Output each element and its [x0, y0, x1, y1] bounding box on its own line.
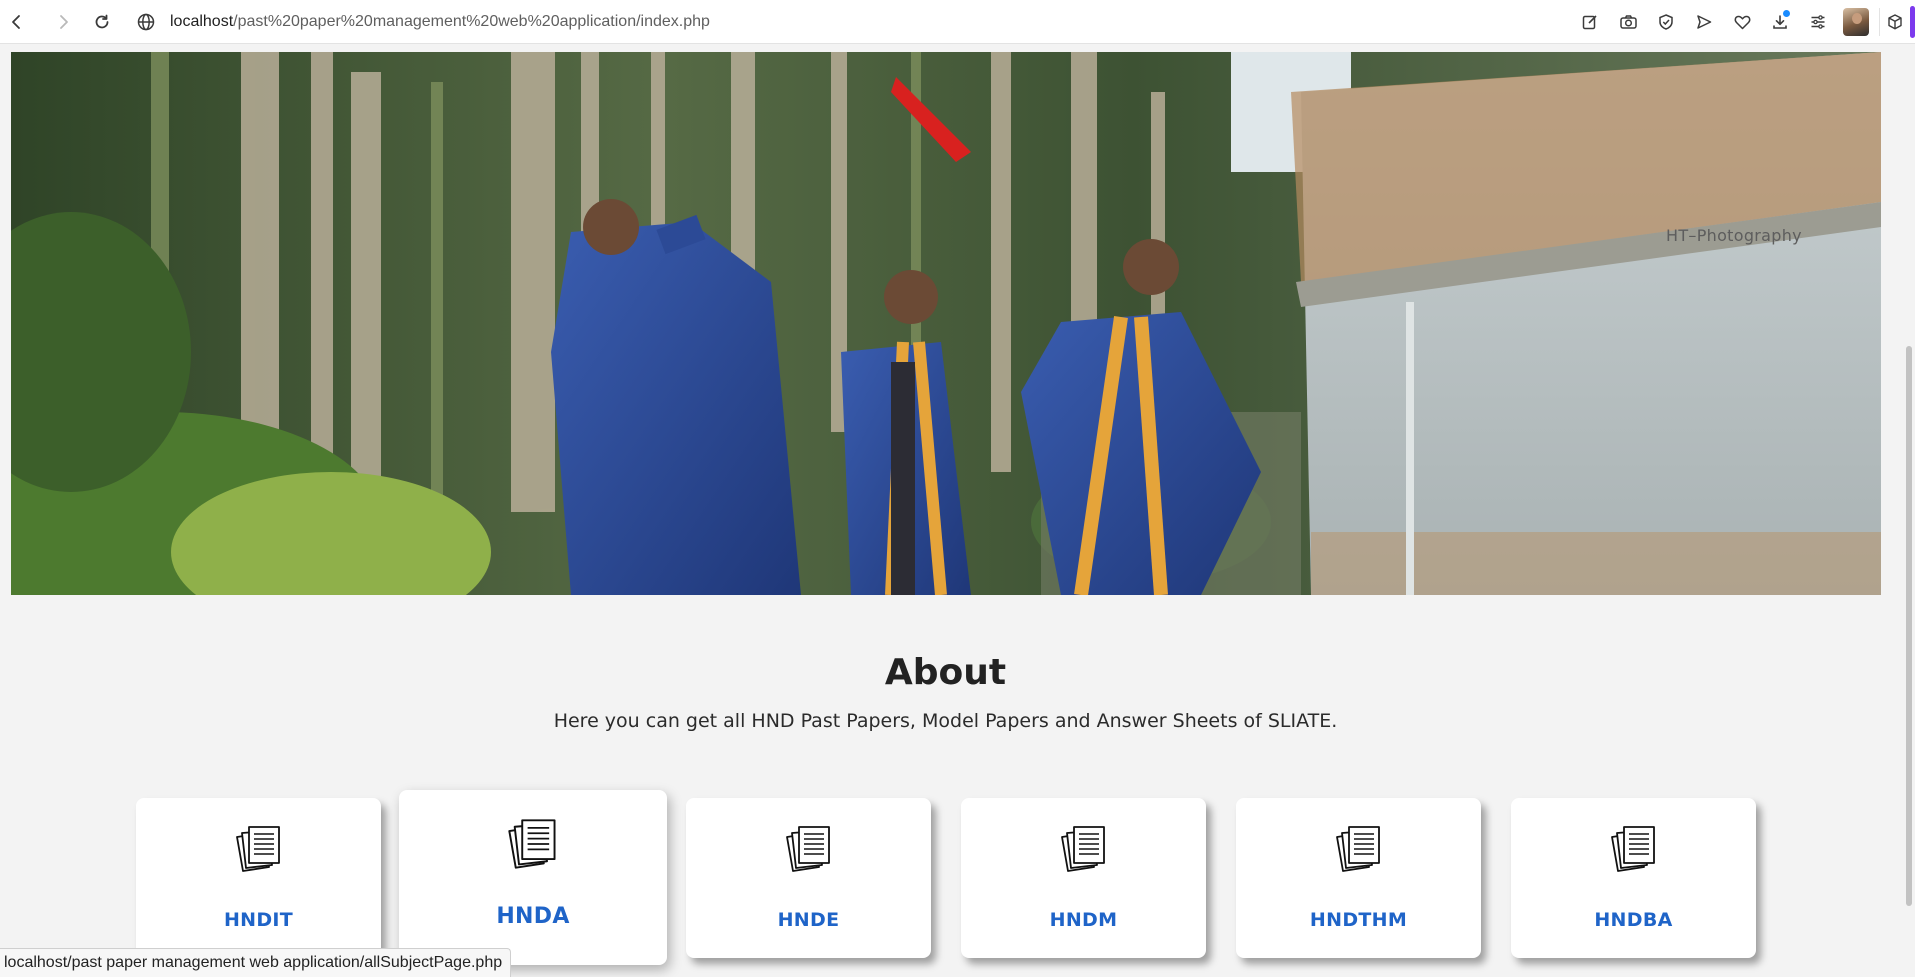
url-path: /past%20paper%20management%20web%20appli…: [233, 13, 710, 30]
hero-graduation-photo: HT–Photography: [11, 52, 1881, 595]
shield-icon[interactable]: [1653, 9, 1679, 35]
papers-icon: [1060, 826, 1105, 872]
papers-icon: [508, 819, 556, 869]
send-icon[interactable]: [1691, 9, 1717, 35]
card-label: HNDA: [496, 904, 570, 929]
globe-icon: [137, 13, 155, 31]
download-icon[interactable]: [1767, 9, 1793, 35]
papers-icon: [235, 826, 280, 872]
forward-icon[interactable]: [50, 9, 76, 35]
download-badge: [1783, 10, 1790, 17]
papers-icon: [1610, 826, 1655, 872]
card-label: HNDIT: [223, 909, 294, 931]
avatar: [1843, 8, 1869, 36]
address-bar[interactable]: localhost/past%20paper%20management%20we…: [136, 8, 710, 36]
papers-icon: [1335, 826, 1380, 872]
url-text: localhost/past%20paper%20management%20we…: [170, 13, 710, 31]
scrollbar-thumb[interactable]: [1906, 346, 1912, 906]
toolbar-icons: [1577, 8, 1869, 36]
page-scrollbar[interactable]: [1901, 44, 1915, 977]
hero-illustration: [11, 52, 1881, 595]
edit-icon[interactable]: [1577, 9, 1603, 35]
hero-watermark: HT–Photography: [1666, 226, 1802, 245]
heart-icon[interactable]: [1729, 9, 1755, 35]
card-label: HNDM: [1049, 909, 1118, 931]
profile-avatar[interactable]: [1843, 8, 1869, 36]
about-title: About: [884, 652, 1007, 693]
about-description: Here you can get all HND Past Papers, Mo…: [553, 710, 1338, 732]
card-hnda[interactable]: HNDA: [399, 790, 667, 965]
card-hndba[interactable]: HNDBA: [1511, 798, 1756, 958]
card-label: HNDTHM: [1309, 909, 1408, 931]
sidebar-accent: [1910, 6, 1915, 38]
card-hndm[interactable]: HNDM: [961, 798, 1206, 958]
papers-icon: [785, 826, 830, 872]
card-label: HNDBA: [1594, 909, 1673, 931]
card-hnde[interactable]: HNDE: [686, 798, 931, 958]
menu-icon[interactable]: [1805, 9, 1831, 35]
card-hndthm[interactable]: HNDTHM: [1236, 798, 1481, 958]
url-host: localhost: [170, 13, 234, 30]
back-icon[interactable]: [4, 9, 30, 35]
browser-toolbar: localhost/past%20paper%20management%20we…: [0, 0, 1915, 44]
reload-icon[interactable]: [89, 9, 115, 35]
camera-icon[interactable]: [1615, 9, 1641, 35]
status-bar-url: localhost/past paper management web appl…: [0, 948, 512, 977]
cube-icon[interactable]: [1879, 8, 1909, 36]
card-hndit[interactable]: HNDIT: [136, 798, 381, 958]
card-label: HNDE: [777, 909, 840, 931]
